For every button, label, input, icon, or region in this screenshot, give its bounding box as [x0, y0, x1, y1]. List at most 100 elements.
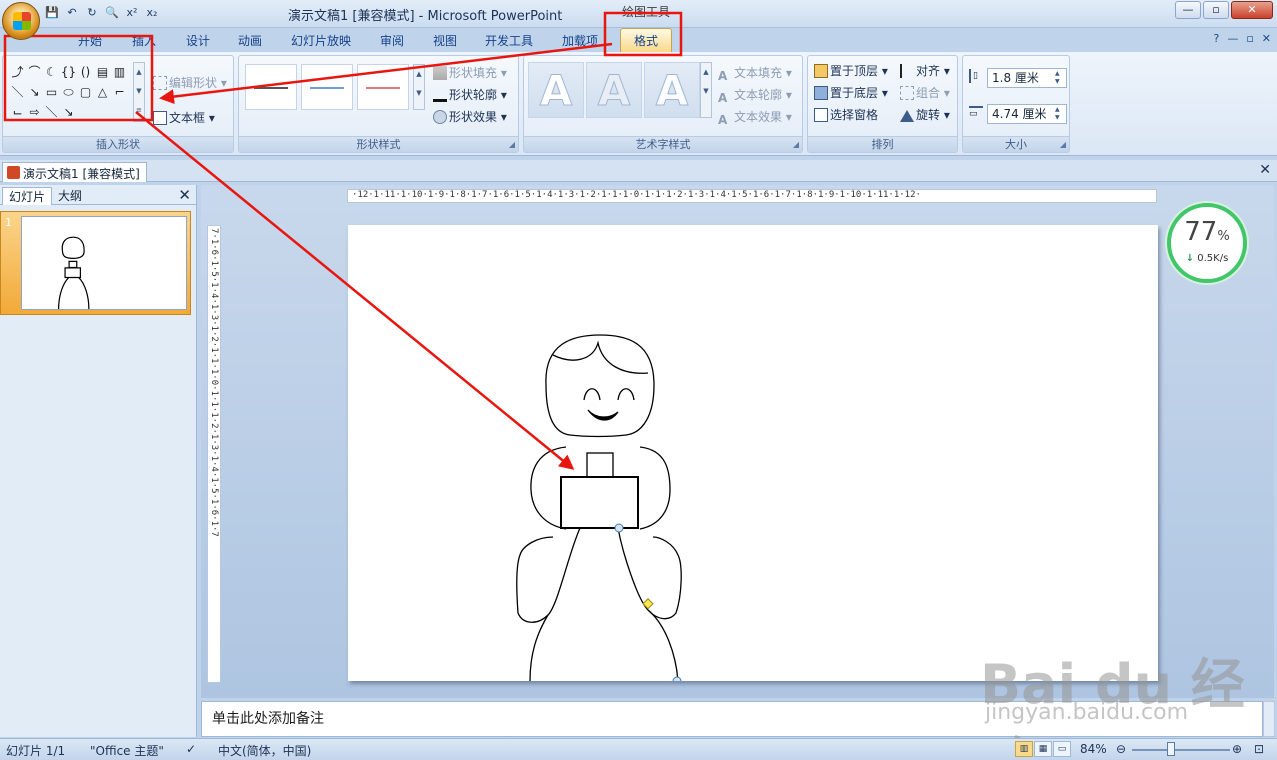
shape-braces-icon[interactable]: {} [60, 62, 77, 82]
ribbon-minimize-icon[interactable]: — [1227, 32, 1238, 45]
shape-gallery-scroll[interactable]: ▲ ▼ ≡ [133, 62, 145, 122]
shape-right-arrow-icon[interactable]: ⇨ [26, 102, 43, 122]
shape-style-2[interactable] [301, 64, 353, 110]
restore-icon[interactable]: ▫ [1203, 1, 1229, 19]
width-spinner-icon[interactable]: ▲ ▼ [1055, 106, 1065, 122]
zoom-out-icon[interactable]: ⊖ [1116, 742, 1126, 756]
edit-shape-button[interactable]: 编辑形状 ▾ [153, 74, 227, 91]
office-button[interactable] [2, 2, 40, 40]
close-icon[interactable]: ✕ [1231, 1, 1273, 19]
save-icon[interactable]: 💾 [44, 4, 60, 22]
wordart-style-2[interactable]: A [586, 62, 642, 118]
ribbon-close-icon[interactable]: ✕ [1262, 32, 1271, 45]
shape-vertical-textbox-icon[interactable]: ▥ [111, 62, 128, 82]
slide-show-view-icon[interactable]: ▭ [1053, 741, 1071, 757]
baidu-watermark-url: jingyan.baidu.com [985, 700, 1189, 725]
shape-textbox-icon[interactable]: ▤ [94, 62, 111, 82]
shape-diagonal-icon[interactable]: ＼ [43, 102, 60, 122]
shape-line-icon[interactable]: ＼ [9, 82, 26, 102]
tab-home[interactable]: 开始 [78, 32, 102, 52]
tab-developer[interactable]: 开发工具 [485, 32, 533, 52]
tab-view[interactable]: 视图 [433, 32, 457, 52]
subscript-icon[interactable]: x₂ [144, 4, 160, 22]
status-language[interactable]: 中文(简体，中国) [218, 742, 311, 759]
slide-canvas[interactable] [348, 225, 1158, 681]
rotate-button[interactable]: 旋转 ▾ [900, 106, 950, 123]
tab-review[interactable]: 审阅 [380, 32, 404, 52]
undo-icon[interactable]: ↶ [64, 4, 80, 22]
help-icon[interactable]: ? [1213, 32, 1219, 45]
tab-design[interactable]: 设计 [186, 32, 210, 52]
text-effects-button[interactable]: A 文本效果 ▾ [718, 108, 792, 127]
zoom-slider-thumb[interactable] [1167, 742, 1175, 756]
slide-sorter-view-icon[interactable]: ▦ [1034, 741, 1052, 757]
shape-height-input[interactable]: 1.8 厘米 ▲ ▼ [987, 68, 1067, 88]
shape-fill-button[interactable]: 形状填充 ▾ [433, 64, 507, 81]
shape-width-input[interactable]: 4.74 厘米 ▲ ▼ [987, 104, 1067, 124]
ribbon-restore-icon[interactable]: ▫ [1246, 32, 1253, 45]
dialog-launcher-icon[interactable]: ◢ [1060, 140, 1066, 149]
shape-triangle-icon[interactable]: △ [94, 82, 111, 102]
normal-view-icon[interactable]: ▥ [1015, 741, 1033, 757]
wordart-style-1[interactable]: A [528, 62, 584, 118]
send-to-back-button[interactable]: 置于底层 ▾ [814, 84, 888, 101]
dialog-launcher-icon[interactable]: ◢ [509, 140, 515, 149]
shape-style-1[interactable] [245, 64, 297, 110]
shape-style-3[interactable] [357, 64, 409, 110]
shape-moon-icon[interactable]: ☾ [43, 62, 60, 82]
shape-arc-icon[interactable]: ⌒ [26, 62, 43, 82]
redo-icon[interactable]: ↻ [84, 4, 100, 22]
zoom-in-icon[interactable]: ⊕ [1232, 742, 1242, 756]
print-preview-icon[interactable]: 🔍 [104, 4, 120, 22]
rotate-handle-bottom [614, 523, 624, 533]
shape-diagonal-arrow-icon[interactable]: ↘ [60, 102, 77, 122]
height-spinner-icon[interactable]: ▲ ▼ [1055, 70, 1065, 86]
minimize-icon[interactable]: — [1175, 1, 1201, 19]
tab-animations[interactable]: 动画 [238, 32, 262, 52]
tab-insert[interactable]: 插入 [132, 32, 156, 52]
tab-outline[interactable]: 大纲 [52, 187, 88, 205]
text-outline-button[interactable]: A 文本轮廓 ▾ [718, 86, 792, 105]
text-fill-button[interactable]: A 文本填充 ▾ [718, 64, 792, 83]
dialog-launcher-icon[interactable]: ◢ [793, 140, 799, 149]
tab-add-ins[interactable]: 加载项 [562, 32, 598, 52]
zoom-level[interactable]: 84% [1080, 742, 1107, 756]
tab-slides[interactable]: 幻灯片 [2, 187, 53, 205]
shape-fill-label: 形状填充 [449, 66, 498, 80]
skirt-left [529, 614, 549, 681]
tab-slide-show[interactable]: 幻灯片放映 [291, 32, 351, 52]
network-speed-widget[interactable]: 77% ↓ 0.5K/s [1167, 203, 1247, 283]
align-button[interactable]: 对齐 ▾ [900, 62, 950, 79]
shape-arrow-line-icon[interactable]: ↘ [26, 82, 43, 102]
text-box-button[interactable]: 文本框 ▾ [153, 109, 215, 126]
fit-to-window-icon[interactable]: ⊡ [1254, 742, 1264, 756]
zoom-slider[interactable] [1132, 749, 1230, 751]
slide-thumbnail-item[interactable]: 1 [0, 211, 191, 315]
shape-outline-button[interactable]: 形状轮廓 ▾ [433, 86, 507, 103]
shape-elbow-icon[interactable]: ⌐ [111, 82, 128, 102]
slide-thumbnail[interactable] [21, 216, 187, 310]
selection-pane-button[interactable]: 选择窗格 [814, 106, 878, 123]
shape-style-scroll[interactable]: ▲ ▼ [413, 64, 425, 110]
shape-freeform-icon[interactable]: ⤴ [9, 62, 26, 82]
shape-elbow-arrow-icon[interactable]: ⌙ [9, 102, 26, 122]
superscript-icon[interactable]: x² [124, 4, 140, 22]
document-tab[interactable]: 演示文稿1 [兼容模式] [2, 162, 147, 182]
group-wordart-styles: A A A ▲ ▼ A 文本填充 ▾ A 文本轮廓 ▾ A 文本效果 ▾ 艺术字样式 ◢ [523, 55, 803, 153]
shape-brackets-icon[interactable]: () [77, 62, 94, 82]
shape-rounded-rect-icon[interactable]: ▢ [77, 82, 94, 102]
align-label: 对齐 [916, 64, 941, 78]
shape-oval-icon[interactable]: ⬭ [60, 82, 77, 102]
document-close-icon[interactable]: ✕ [1259, 162, 1271, 178]
shape-effects-button[interactable]: 形状效果 ▾ [433, 108, 507, 125]
pane-close-icon[interactable]: ✕ [178, 186, 191, 204]
bring-to-front-button[interactable]: 置于顶层 ▾ [814, 62, 888, 79]
shape-rectangle-icon[interactable]: ▭ [43, 82, 60, 102]
spellcheck-icon[interactable]: ✓ [186, 742, 196, 756]
office-logo-icon [13, 12, 31, 30]
shape-width-value: 4.74 厘米 [992, 107, 1047, 121]
group-button[interactable]: 组合 ▾ [900, 84, 950, 101]
wordart-style-scroll[interactable]: ▲ ▼ [700, 62, 712, 118]
wordart-style-3[interactable]: A [644, 62, 700, 118]
tab-format[interactable]: 格式 [620, 28, 673, 52]
